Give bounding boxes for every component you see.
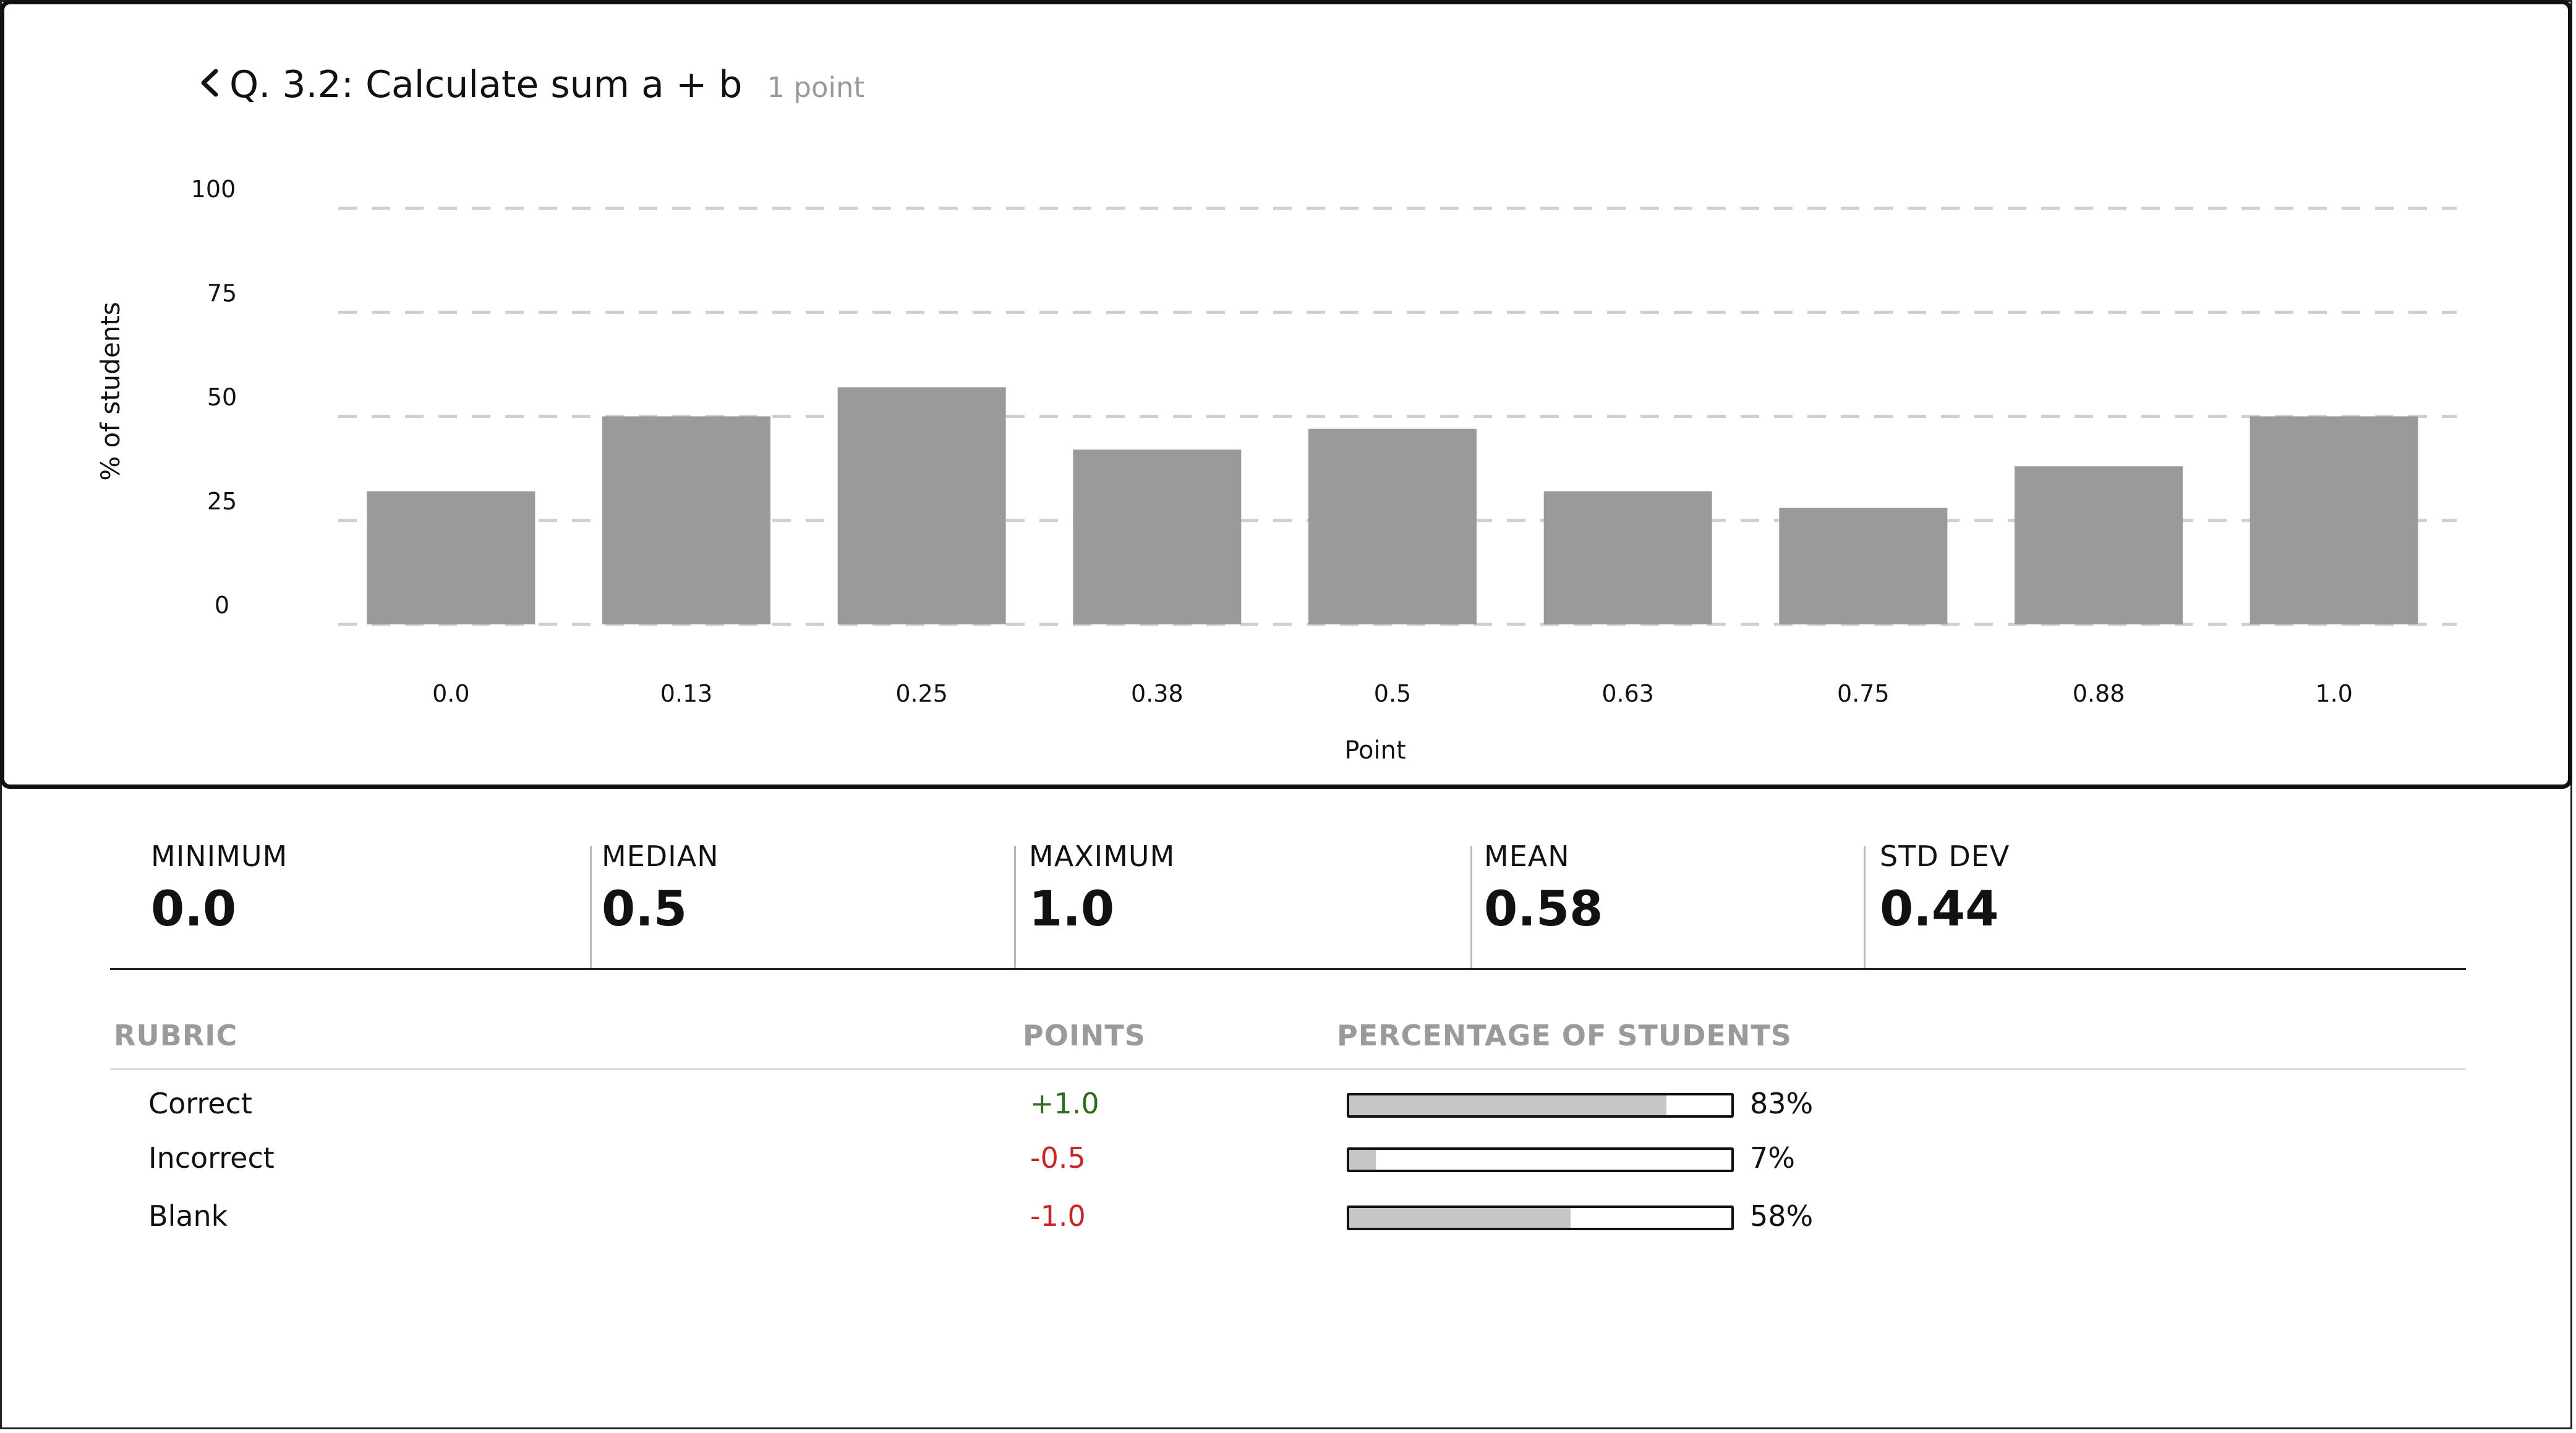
x-tick-label: 0.13 (660, 680, 713, 707)
percentage-text: 58% (1750, 1199, 1814, 1233)
bar[interactable] (367, 491, 535, 624)
bar[interactable] (1308, 428, 1477, 624)
stat-mean: MEAN 0.58 (1484, 840, 1603, 969)
percentage-bar (1347, 1147, 1734, 1172)
x-tick-label: 0.38 (1131, 680, 1184, 707)
stat-value: 0.58 (1484, 882, 1603, 937)
stat-std-dev: STD DEV 0.44 (1880, 840, 2010, 969)
y-axis-ticks: 0 25 50 75 100 (191, 176, 237, 619)
x-tick-label: 0.63 (1601, 680, 1654, 707)
stats-divider-line (110, 968, 2466, 970)
rubric-row-incorrect[interactable]: Incorrect -0.5 7% (110, 1141, 2466, 1191)
y-tick-label: 75 (207, 279, 237, 307)
rubric-name: Correct (148, 1087, 252, 1120)
percentage-text: 7% (1750, 1141, 1795, 1175)
bar[interactable] (2250, 416, 2418, 625)
x-tick-label: 0.5 (1374, 680, 1411, 707)
rubric-points: -1.0 (1030, 1199, 1086, 1233)
rubric-points: -0.5 (1030, 1141, 1086, 1175)
stats-row: MINIMUM 0.0 MEDIAN 0.5 MAXIMUM 1.0 MEAN … (110, 840, 2466, 969)
stat-divider (1470, 846, 1472, 969)
stat-value: 1.0 (1029, 882, 1115, 937)
rubric-row-correct[interactable]: Correct +1.0 83% (110, 1087, 2466, 1136)
rubric-header-line (110, 1068, 2466, 1070)
percentage-text: 83% (1750, 1087, 1814, 1120)
y-tick-label: 100 (191, 176, 236, 203)
chart-bars (367, 387, 2418, 624)
rubric-row-blank[interactable]: Blank -1.0 58% (110, 1199, 2466, 1249)
stat-label: MAXIMUM (1029, 840, 1175, 873)
stat-label: STD DEV (1880, 840, 2010, 873)
x-tick-label: 0.0 (432, 680, 469, 707)
y-tick-label: 0 (215, 592, 229, 619)
chart-card: Q. 3.2: Calculate sum a + b 1 point 0 25 5… (0, 0, 2572, 789)
stat-value: 0.5 (602, 882, 688, 937)
bar[interactable] (1543, 491, 1712, 624)
bar[interactable] (837, 387, 1006, 624)
stat-minimum: MINIMUM 0.0 (151, 840, 288, 969)
stat-median: MEDIAN 0.5 (602, 840, 719, 969)
rubric-name: Blank (148, 1199, 228, 1233)
x-tick-label: 0.25 (895, 680, 948, 707)
stat-label: MEDIAN (602, 840, 719, 873)
bar[interactable] (602, 416, 770, 625)
x-tick-label: 0.75 (1837, 680, 1890, 707)
rubric-name: Incorrect (148, 1141, 275, 1175)
percentage-bar (1347, 1206, 1734, 1230)
bar[interactable] (1779, 508, 1948, 624)
percentage-bar-fill (1349, 1208, 1571, 1228)
y-tick-label: 50 (207, 384, 237, 411)
x-axis-label: Point (1344, 736, 1405, 765)
stat-label: MEAN (1484, 840, 1570, 873)
rubric-header: RUBRIC (114, 1019, 238, 1052)
stat-value: 0.44 (1880, 882, 1999, 937)
x-tick-label: 0.88 (2073, 680, 2125, 707)
stat-divider (590, 846, 592, 969)
percentage-bar (1347, 1093, 1734, 1118)
stat-divider (1864, 846, 1866, 969)
stat-label: MINIMUM (151, 840, 288, 873)
stat-maximum: MAXIMUM 1.0 (1029, 840, 1175, 969)
y-axis-label: % of students (95, 302, 126, 481)
bar[interactable] (2015, 466, 2183, 624)
stat-value: 0.0 (151, 882, 237, 937)
y-tick-label: 25 (207, 488, 237, 515)
percentage-bar-fill (1349, 1150, 1376, 1170)
bar-chart: 0 25 50 75 100 0.0 0.13 0.25 0.38 0.5 0.63 0.75 0.8… (95, 176, 2457, 765)
stat-divider (1014, 846, 1016, 969)
x-tick-label: 1.0 (2315, 680, 2352, 707)
bar[interactable] (1073, 449, 1242, 624)
x-axis-ticks: 0.0 0.13 0.25 0.38 0.5 0.63 0.75 0.88 1.0 (432, 680, 2353, 707)
percentage-bar-fill (1349, 1095, 1666, 1115)
points-header: POINTS (1023, 1019, 1146, 1052)
rubric-points: +1.0 (1030, 1087, 1099, 1120)
percentage-header: PERCENTAGE OF STUDENTS (1337, 1019, 1792, 1052)
